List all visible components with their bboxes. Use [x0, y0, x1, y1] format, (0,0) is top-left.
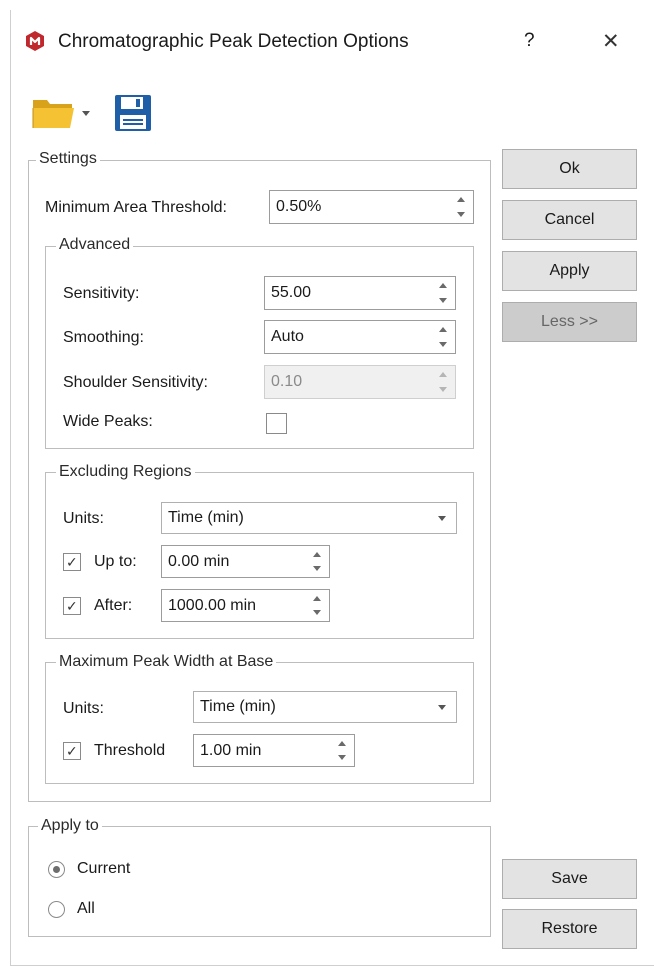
- current-label: Current: [77, 860, 131, 877]
- less-button[interactable]: Less >>: [502, 302, 637, 342]
- shoulder-sensitivity-spinbox: 0.10: [264, 365, 456, 399]
- max-width-units-label: Units:: [63, 700, 104, 717]
- upto-checkbox[interactable]: ✓: [63, 553, 81, 571]
- help-button[interactable]: ?: [524, 30, 535, 52]
- threshold-checkbox[interactable]: ✓: [63, 742, 81, 760]
- max-width-units-value: Time (min): [200, 698, 276, 715]
- upto-value: 0.00 min: [168, 552, 230, 570]
- folder-open-icon[interactable]: [32, 96, 76, 130]
- smoothing-spinbox[interactable]: Auto: [264, 320, 456, 354]
- all-label: All: [77, 900, 95, 917]
- after-label: After:: [94, 597, 133, 614]
- checkmark-icon: ✓: [66, 554, 78, 570]
- all-radio[interactable]: [48, 901, 65, 918]
- shoulder-sensitivity-label: Shoulder Sensitivity:: [63, 374, 208, 391]
- app-icon: [24, 30, 46, 52]
- spin-arrows-icon[interactable]: [313, 550, 323, 573]
- spin-arrows-icon: [439, 370, 449, 394]
- wide-peaks-checkbox[interactable]: [266, 413, 287, 434]
- checkmark-icon: ✓: [66, 743, 78, 759]
- threshold-spinbox[interactable]: 1.00 min: [193, 734, 355, 767]
- excluding-regions-legend: Excluding Regions: [56, 463, 195, 481]
- min-area-value: 0.50%: [276, 198, 322, 215]
- upto-label: Up to:: [94, 553, 137, 570]
- chevron-down-icon[interactable]: [438, 705, 446, 710]
- restore-button[interactable]: Restore: [502, 909, 637, 949]
- spin-arrows-icon[interactable]: [338, 739, 348, 762]
- excluding-units-value: Time (min): [168, 509, 244, 526]
- spin-arrows-icon[interactable]: [439, 281, 449, 305]
- apply-to-legend: Apply to: [38, 817, 102, 835]
- checkmark-icon: ✓: [66, 598, 78, 614]
- max-peak-width-legend: Maximum Peak Width at Base: [56, 653, 277, 671]
- apply-button[interactable]: Apply: [502, 251, 637, 291]
- chevron-down-icon[interactable]: [82, 111, 90, 116]
- after-value: 1000.00 min: [168, 596, 257, 614]
- after-checkbox[interactable]: ✓: [63, 597, 81, 615]
- threshold-value: 1.00 min: [200, 741, 262, 759]
- close-icon[interactable]: ✕: [602, 29, 620, 54]
- spin-arrows-icon[interactable]: [457, 195, 467, 219]
- smoothing-label: Smoothing:: [63, 329, 144, 346]
- excluding-units-label: Units:: [63, 510, 104, 527]
- settings-legend: Settings: [36, 150, 100, 168]
- floppy-disk-icon[interactable]: [114, 94, 152, 132]
- spin-arrows-icon[interactable]: [313, 594, 323, 617]
- after-spinbox[interactable]: 1000.00 min: [161, 589, 330, 622]
- upto-spinbox[interactable]: 0.00 min: [161, 545, 330, 578]
- excluding-units-select[interactable]: Time (min): [161, 502, 457, 534]
- sensitivity-spinbox[interactable]: 55.00: [264, 276, 456, 310]
- cancel-button[interactable]: Cancel: [502, 200, 637, 240]
- sensitivity-value: 55.00: [271, 284, 312, 301]
- min-area-spinbox[interactable]: 0.50%: [269, 190, 474, 224]
- sensitivity-label: Sensitivity:: [63, 285, 140, 302]
- threshold-label: Threshold: [94, 742, 166, 759]
- window-title: Chromatographic Peak Detection Options: [58, 31, 409, 52]
- apply-to-group: [28, 826, 491, 937]
- smoothing-value: Auto: [271, 328, 304, 345]
- wide-peaks-label: Wide Peaks:: [63, 413, 153, 430]
- shoulder-sensitivity-value: 0.10: [271, 373, 303, 390]
- advanced-legend: Advanced: [56, 236, 134, 254]
- radio-selected-icon: [53, 866, 60, 873]
- chevron-down-icon[interactable]: [438, 516, 446, 521]
- max-width-units-select[interactable]: Time (min): [193, 691, 457, 723]
- current-radio[interactable]: [48, 861, 65, 878]
- spin-arrows-icon[interactable]: [439, 325, 449, 349]
- min-area-label: Minimum Area Threshold:: [45, 199, 227, 216]
- save-button[interactable]: Save: [502, 859, 637, 899]
- ok-button[interactable]: Ok: [502, 149, 637, 189]
